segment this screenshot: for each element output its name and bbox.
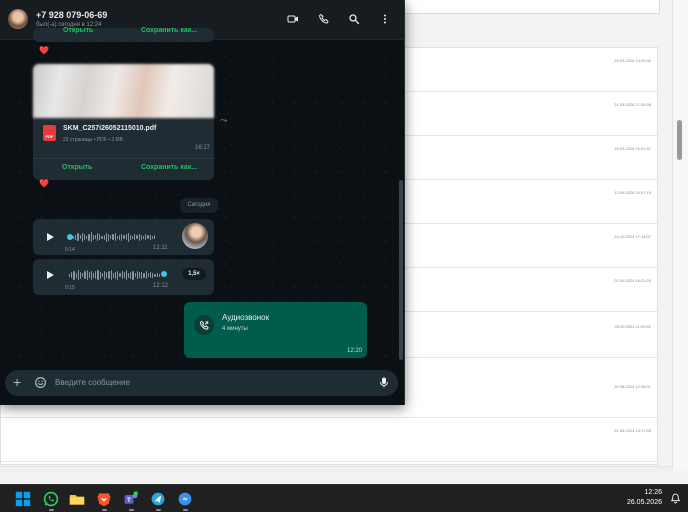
play-icon[interactable] <box>45 270 55 280</box>
message-list[interactable]: Открыть Сохранить как... ❤️ PDF SKM_C257… <box>0 27 404 362</box>
taskbar-clock-time[interactable]: 12:26 <box>644 489 662 496</box>
search-icon[interactable] <box>347 12 361 26</box>
call-duration: 4 минуты <box>222 326 248 332</box>
attach-plus-icon[interactable]: + <box>13 375 21 389</box>
voice-duration: 0:15 <box>65 285 75 291</box>
save-as-button[interactable]: Сохранить как... <box>141 27 197 34</box>
whatsapp-chat-window: +7 928 079-06-69 был(-а) сегодня в 12:24… <box>0 0 405 405</box>
row-date: 25.05.2026 14:49:00 <box>614 58 651 63</box>
row-date: 13.05.2026 15:07:10 <box>614 190 651 195</box>
playback-position-dot[interactable] <box>161 271 167 277</box>
heart-reaction[interactable]: ❤️ <box>39 46 49 55</box>
background-vertical-scrollbar[interactable] <box>672 0 688 470</box>
date-separator: Сегодня <box>180 198 218 213</box>
heart-reaction[interactable]: ❤️ <box>39 179 49 188</box>
message-time: 12:20 <box>346 348 362 354</box>
file-name: SKM_C257i26052115010.pdf <box>63 125 157 132</box>
document-preview[interactable] <box>33 64 214 118</box>
running-indicator <box>102 509 107 511</box>
open-button[interactable]: Открыть <box>62 164 92 171</box>
notifications-icon[interactable] <box>670 493 681 504</box>
microphone-icon[interactable] <box>378 376 390 389</box>
contact-avatar[interactable] <box>8 9 28 29</box>
windows-start-icon[interactable] <box>14 490 32 508</box>
incoming-call-icon <box>194 315 214 335</box>
running-indicator <box>49 509 54 511</box>
play-icon[interactable] <box>45 232 55 242</box>
forward-icon[interactable]: ⤳ <box>220 115 227 126</box>
message-time: 12:11 <box>153 245 168 251</box>
list-item[interactable]: 21.08.2024 13:17:56 <box>1 418 659 462</box>
background-top-panel <box>404 0 660 14</box>
voice-call-icon[interactable] <box>317 12 331 26</box>
message-time: 16:17 <box>195 145 211 151</box>
running-indicator <box>183 509 188 511</box>
brave-icon[interactable] <box>95 490 113 508</box>
sender-avatar <box>182 223 208 249</box>
taskbar-clock-date[interactable]: 26.05.2026 <box>627 499 662 506</box>
file-meta: 23 страницы • PDF • 3 МБ <box>63 137 123 143</box>
message-composer: + Введите сообщение <box>0 362 404 405</box>
open-button[interactable]: Открыть <box>63 27 93 34</box>
voice-waveform[interactable] <box>69 269 160 281</box>
document-actions: Открыть Сохранить как... <box>33 158 214 178</box>
voice-message-bubble[interactable]: 0:14 12:11 <box>33 219 214 255</box>
document-bubble[interactable]: PDF SKM_C257i26052115010.pdf 23 страницы… <box>33 64 214 180</box>
video-call-icon[interactable] <box>286 12 300 26</box>
file-explorer-icon[interactable] <box>68 490 86 508</box>
row-date: 03.09.2024 11:09:52 <box>614 324 651 329</box>
call-title: Аудиозвонок <box>222 313 270 322</box>
running-indicator <box>129 509 134 511</box>
message-time: 12:12 <box>153 283 169 289</box>
chat-scrollbar[interactable] <box>399 180 403 360</box>
voice-waveform[interactable] <box>73 231 156 243</box>
row-date: 21.05.2026 17:28:38 <box>614 102 651 107</box>
save-as-button[interactable]: Сохранить как... <box>141 164 197 171</box>
audio-call-bubble[interactable]: Аудиозвонок 4 минуты 12:20 <box>184 302 367 358</box>
whatsapp-icon[interactable] <box>42 490 60 508</box>
telegram-icon[interactable] <box>149 490 167 508</box>
row-date: 21.08.2024 13:17:56 <box>614 428 651 433</box>
emoji-sticker-icon[interactable] <box>34 376 47 389</box>
pdf-file-icon: PDF <box>43 125 56 141</box>
messenger-icon[interactable] <box>176 490 194 508</box>
windows-taskbar: T 12:26 26.05.2026 <box>0 484 688 512</box>
svg-text:T: T <box>127 497 131 504</box>
teams-icon[interactable]: T <box>122 490 140 508</box>
row-date: 16.05.2026 15:01:37 <box>614 146 651 151</box>
running-indicator <box>156 509 161 511</box>
message-input[interactable]: Введите сообщение <box>55 378 130 387</box>
voice-message-bubble[interactable]: 0:15 12:12 1,5× <box>33 259 214 295</box>
contact-name[interactable]: +7 928 079-06-69 <box>36 10 107 20</box>
voice-duration: 0:14 <box>65 247 75 253</box>
row-date: 30.08.2024 12:08:01 <box>614 384 651 389</box>
previous-document-bubble: Открыть Сохранить как... <box>33 27 214 42</box>
row-date: 02.09.2024 15:21:20 <box>614 278 651 283</box>
background-horizontal-scrollbar[interactable] <box>0 466 672 472</box>
row-date: 23.10.2024 17:14:07 <box>614 234 651 239</box>
more-menu-icon[interactable] <box>378 12 392 26</box>
playback-speed-button[interactable]: 1,5× <box>182 268 206 280</box>
scrollbar-thumb[interactable] <box>677 120 682 160</box>
message-input-box[interactable]: + Введите сообщение <box>5 370 398 396</box>
